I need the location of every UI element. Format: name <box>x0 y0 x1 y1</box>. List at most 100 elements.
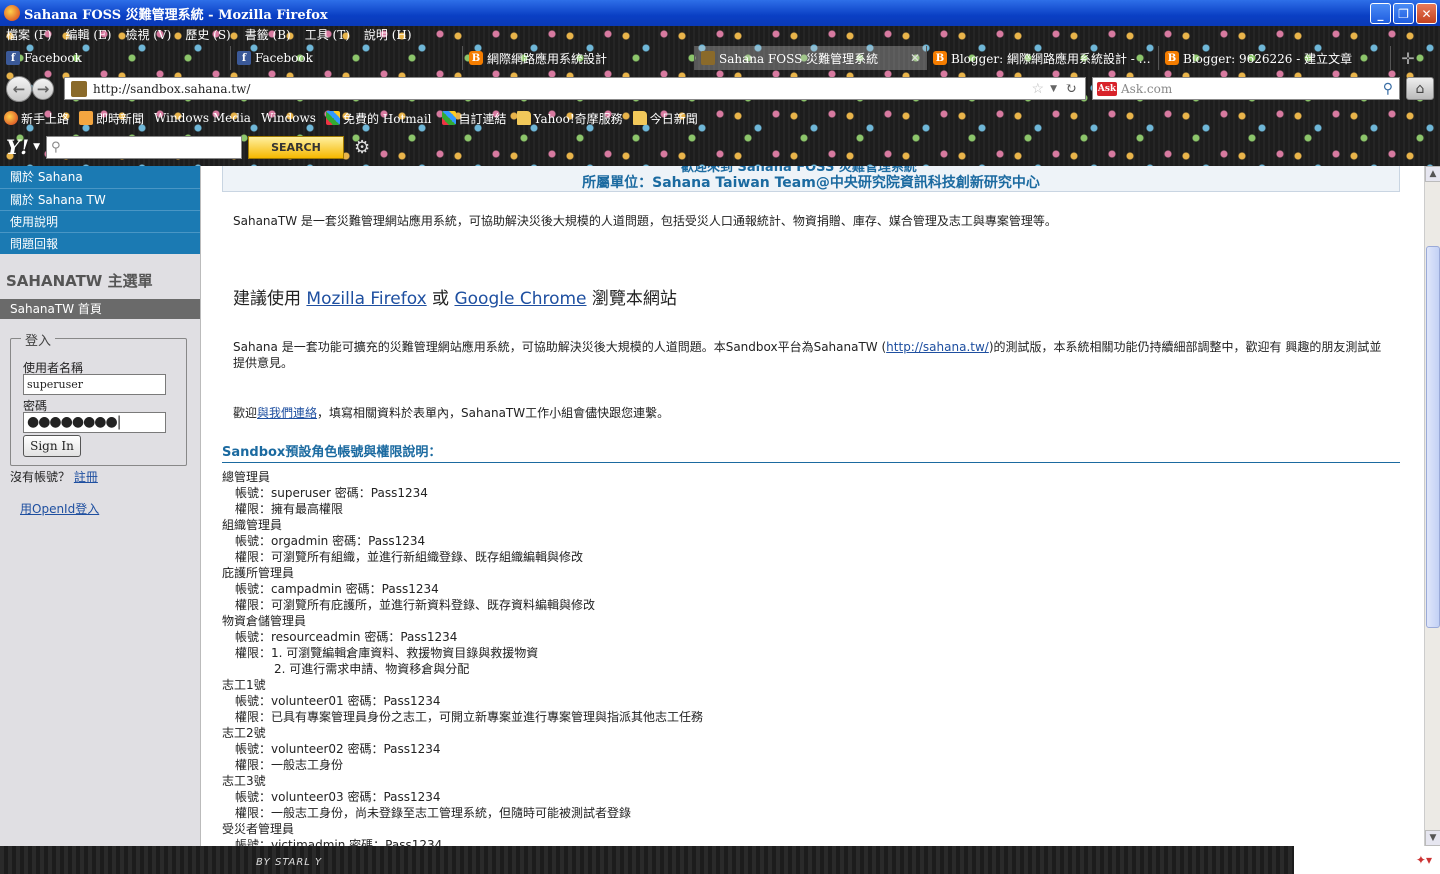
gear-icon[interactable]: ⚙ <box>354 137 370 158</box>
firefox-icon <box>4 5 20 21</box>
blogger-icon: B <box>469 51 483 65</box>
sidebar-item-about-sahana[interactable]: 關於 Sahana <box>0 166 200 188</box>
tab-facebook-1[interactable]: f Facebook <box>0 46 231 70</box>
role-account: 帳號：orgadmin 密碼：Pass1234 <box>235 534 426 548</box>
menu-view[interactable]: 檢視 (V) <box>125 26 171 44</box>
yahoo-logo[interactable]: Y! <box>6 135 29 159</box>
bookmarks-bar: 新手上路 即時新聞 Windows Media Windows 免費的 Hotm… <box>0 108 698 288</box>
yahoo-toolbar: Y! ▼ ⚲ SEARCH ⚙ <box>0 132 1440 162</box>
bookmark-item[interactable]: 今日新聞 <box>632 110 698 127</box>
bookmark-item[interactable]: 自訂連結 <box>441 110 507 127</box>
facebook-icon: f <box>237 51 251 65</box>
tab-blogger-2[interactable]: B Blogger: 9626226 - 建立文章 <box>1159 46 1391 70</box>
forward-button[interactable]: → <box>32 78 54 100</box>
new-tab-button[interactable]: ✛ <box>1391 46 1425 70</box>
sidebar-item-report[interactable]: 問題回報 <box>0 232 200 254</box>
bookmark-item[interactable]: 新手上路 <box>4 110 69 127</box>
minimize-button[interactable]: _ <box>1370 3 1391 24</box>
scroll-down-icon[interactable]: ▼ <box>1425 830 1440 846</box>
home-button[interactable]: ⌂ <box>1406 77 1434 100</box>
yahoo-dropdown-icon[interactable]: ▼ <box>33 142 40 152</box>
tab-sahana[interactable]: Sahana FOSS 災難管理系統 ✕ <box>695 46 927 70</box>
url-text: http://sandbox.sahana.tw/ <box>93 81 251 96</box>
role-permission: 權限：1. 可瀏覽編輯倉庫資料、救援物資目錄與救援物資 <box>235 646 539 660</box>
openid-login-link[interactable]: 用OpenId登入 <box>20 500 99 517</box>
reload-icon[interactable]: ↻ <box>1065 81 1085 97</box>
bookmark-label: 新手上路 <box>21 111 70 126</box>
sidebar-item-about-sahana-tw[interactable]: 關於 Sahana TW <box>0 188 200 210</box>
firefox-icon <box>4 111 18 125</box>
role-name: 志工1號 <box>222 678 266 692</box>
menu-edit[interactable]: 編輯 (E) <box>66 26 112 44</box>
contact-us-link[interactable]: 與我們連絡 <box>257 406 317 420</box>
no-account-text: 沒有帳號？ 註冊 <box>10 468 98 485</box>
roles-list: 總管理員 帳號：superuser 密碼：Pass1234 權限：擁有最高權限 組織管… <box>222 469 703 846</box>
recommend-prefix: 建議使用 <box>233 289 307 309</box>
menu-bookmarks[interactable]: 書籤 (B) <box>245 26 291 44</box>
tab-blogger-1[interactable]: B Blogger: 網際網路應用系統設計 - … <box>927 46 1159 70</box>
yahoo-search-button[interactable]: SEARCH <box>247 135 344 159</box>
sidebar: 關於 Sahana 關於 Sahana TW 使用說明 問題回報 SAHANAT… <box>0 166 201 846</box>
bookmark-item[interactable]: 免費的 Hotmail <box>325 110 432 127</box>
recommend-or: 或 <box>426 289 455 309</box>
role-permission: 權限：一般志工身份 <box>235 758 344 772</box>
bookmark-item[interactable]: Windows Media <box>0 111 251 288</box>
bookmark-label: 免費的 Hotmail <box>342 111 432 126</box>
search-icon[interactable]: ⚲ <box>1383 81 1393 97</box>
bookmark-item[interactable]: Yahoo!奇摩服務 <box>516 110 623 127</box>
role-account: 帳號：volunteer02 密碼：Pass1234 <box>235 742 441 756</box>
tab-strip: f Facebook f Facebook B 網際網路應用系統設計 Sahan… <box>0 46 1440 70</box>
sign-in-button[interactable]: Sign In <box>23 435 81 457</box>
main-menu-title: SAHANATW 主選單 <box>6 272 153 290</box>
menu-history[interactable]: 歷史 (S) <box>185 26 230 44</box>
restore-button[interactable]: ❐ <box>1393 3 1414 24</box>
username-input[interactable]: superuser <box>23 374 166 395</box>
scroll-up-icon[interactable]: ▲ <box>1425 166 1440 182</box>
firefox-link[interactable]: Mozilla Firefox <box>306 289 426 309</box>
sidebar-item-help[interactable]: 使用說明 <box>0 210 200 232</box>
back-button[interactable]: ← <box>6 76 32 102</box>
sandbox-description: Sahana 是一套功能可擴充的災難管理網站應用系統，可協助解決災後大規模的人道… <box>233 339 1393 371</box>
close-tab-icon[interactable]: ✕ <box>910 51 920 65</box>
vertical-scrollbar[interactable]: ▲ ▼ <box>1424 166 1440 846</box>
role-name: 受災者管理員 <box>222 822 295 836</box>
navigation-bar: ← → http://sandbox.sahana.tw/ ☆ ▼ ↻ Ask … <box>0 74 1440 104</box>
bookmark-label: 即時新聞 <box>96 111 145 126</box>
menu-tools[interactable]: 工具 (T) <box>305 26 350 44</box>
search-icon: ⚲ <box>50 139 61 155</box>
menu-help[interactable]: 說明 (H) <box>364 26 412 44</box>
contact-text: 歡迎與我們連絡，填寫相關資料於表單內，SahanaTW工作小組會儘快跟您連繫。 <box>233 404 669 421</box>
msn-icon <box>441 111 456 125</box>
role-permission: 權限：可瀏覽所有組織，並進行新組織登錄、既存組織編輯與修改 <box>235 550 584 564</box>
login-legend: 登入 <box>21 330 56 349</box>
role-permission: 權限：可瀏覽所有庇護所，並進行新資料登錄、既存資料編輯與修改 <box>235 598 596 612</box>
role-name: 志工3號 <box>222 774 266 788</box>
tab-label: Facebook <box>255 51 313 65</box>
scroll-thumb[interactable] <box>1426 246 1440 628</box>
menu-file[interactable]: 檔案 (F) <box>6 26 52 44</box>
search-bar[interactable]: Ask Ask.com ⚲ <box>1092 77 1400 100</box>
sahana-tw-link[interactable]: http://sahana.tw/ <box>886 340 989 354</box>
tab-blog[interactable]: B 網際網路應用系統設計 <box>463 46 695 70</box>
status-bar: BY STARL Y ✦▾ <box>0 846 1440 874</box>
role-name: 庇護所管理員 <box>222 566 295 580</box>
tab-label: 網際網路應用系統設計 <box>487 51 608 66</box>
bookmark-item[interactable]: Windows <box>0 111 316 288</box>
ask-icon[interactable]: Ask <box>1097 81 1117 96</box>
bookmark-star-icon[interactable]: ☆ <box>1032 81 1045 97</box>
blogger-icon: B <box>933 51 947 65</box>
sidebar-item-home[interactable]: SahanaTW 首頁 <box>0 299 200 319</box>
chrome-link[interactable]: Google Chrome <box>454 289 586 309</box>
role-name: 物資倉儲管理員 <box>222 614 307 628</box>
close-window-button[interactable]: ✕ <box>1416 3 1437 24</box>
role-permission: 2. 可進行需求申請、物資移倉與分配 <box>274 662 470 676</box>
register-link[interactable]: 註冊 <box>74 470 98 484</box>
password-input[interactable]: ●●●●●●●●| <box>23 412 166 433</box>
tab-facebook-2[interactable]: f Facebook <box>231 46 463 70</box>
yahoo-search-input[interactable]: ⚲ <box>45 135 242 159</box>
blogger-icon: B <box>1165 51 1179 65</box>
url-dropdown-icon[interactable]: ▼ <box>1050 84 1057 94</box>
firefox-status-icon[interactable]: ✦▾ <box>1416 853 1432 867</box>
url-bar[interactable]: http://sandbox.sahana.tw/ ☆ ▼ ↻ <box>64 77 1086 100</box>
bookmark-item[interactable]: 即時新聞 <box>79 110 144 127</box>
